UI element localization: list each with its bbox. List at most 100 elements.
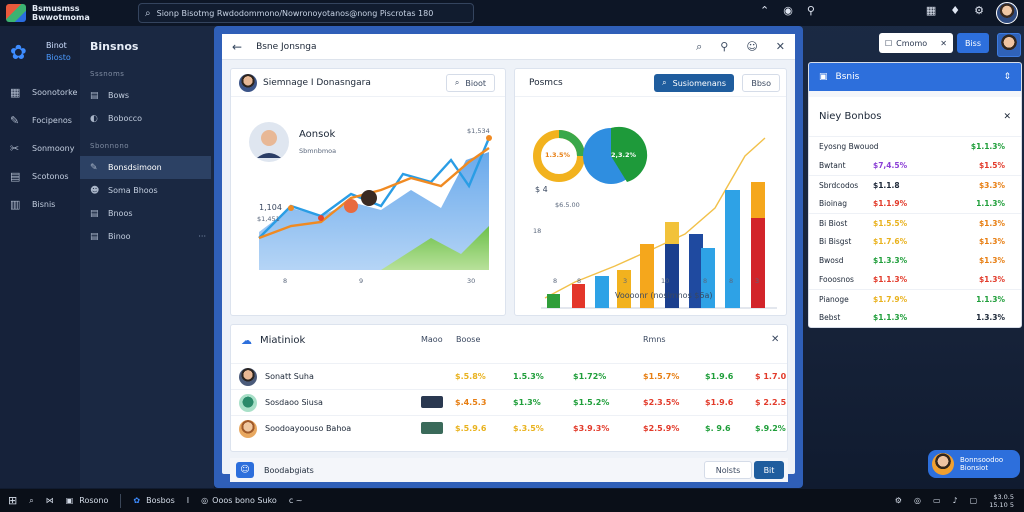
row-value-1: $1.1.3% [873, 313, 908, 322]
close-icon[interactable]: ✕ [1003, 112, 1011, 122]
right-panel: ▣ Bsnis ⇕ Niey Bonbos ✕ Eyosng Bwouod $1.… [808, 62, 1022, 328]
taskbar-app-2[interactable]: ◎ Ooos bono Suko [201, 496, 277, 505]
right-panel-row[interactable]: Bioinag $1.1.9% 1.1.3% [809, 194, 1021, 213]
cell-value: $.9.2% [755, 424, 786, 433]
right-panel-subtitle: Niey Bonbos [819, 111, 882, 122]
pin-icon[interactable]: ⚲ [720, 40, 728, 54]
card-bar-chart: Posmcs ⌕ Susiomenans Bbso 1.3.5% 2,3.2% … [514, 68, 787, 316]
avatar[interactable] [997, 33, 1021, 57]
right-panel-row[interactable]: Eyosng Bwouod $1.1.3% [809, 137, 1021, 156]
search-icon: ⌕ [145, 7, 151, 19]
search-icon[interactable]: ⌕ [696, 40, 702, 54]
sub-item-label: Bobocco [108, 114, 143, 123]
clock[interactable]: $3.0.5 15.10 5 [989, 493, 1014, 509]
footer-primary-button[interactable]: Bit [754, 461, 784, 479]
chat-widget[interactable]: Bonnsoodoo Bionsiot [928, 450, 1020, 478]
volume-icon[interactable]: ♪ [953, 496, 958, 505]
window-title: Bsne Jonsnga [256, 41, 317, 52]
close-icon[interactable]: ✕ [940, 39, 947, 48]
sub-item-4[interactable]: ☻ Soma Bhoos [80, 179, 214, 202]
brand-icon: ✿ [10, 40, 27, 64]
chat-text: Bonnsoodoo Bionsiot [960, 456, 1003, 472]
avatar [239, 73, 257, 92]
card-b-primary-button[interactable]: ⌕ Susiomenans [654, 74, 734, 92]
user-icon[interactable]: ☺ [746, 40, 757, 54]
table-row[interactable]: Sosdaoo Siusa $.4.5.3 $1.3% $1.5.2% $2.3… [231, 389, 787, 415]
y-tick: 18 [533, 227, 542, 235]
row-value-2: $1.3% [978, 218, 1005, 228]
expand-icon[interactable]: ⇕ [1003, 72, 1011, 82]
card-b-secondary-button[interactable]: Bbso [742, 74, 780, 92]
top-right-button-label: Biss [964, 38, 982, 48]
bars-icon: ▤ [90, 90, 99, 101]
top-search-input[interactable]: ⌕ Sionp Bisotmg Rwdodommono/Nowronoyotan… [138, 3, 474, 23]
taskbar-app-1[interactable]: ✿ Bosbos [133, 496, 174, 505]
column-header[interactable]: Maoo [421, 335, 443, 344]
sub-item-active[interactable]: ✎ Bonsdsimoon [80, 156, 211, 179]
column-header[interactable]: Rmns [643, 335, 666, 344]
card-b-title: Posmcs [529, 77, 563, 88]
sidebar-item-3[interactable]: ✂ Sonmoony [0, 134, 80, 162]
window-footer: ☺ Boodabgiats Nolsts Bit [230, 458, 788, 482]
close-icon[interactable]: ✕ [771, 334, 779, 345]
user-avatar[interactable] [996, 2, 1018, 24]
right-panel-row[interactable]: Bi Bisgst $1.7.6% $1.3% [809, 232, 1021, 251]
close-icon[interactable]: ✕ [776, 40, 785, 54]
shield-icon[interactable]: ♦ [950, 4, 960, 17]
more-icon[interactable]: ··· [198, 232, 206, 241]
right-panel-row[interactable]: Sbrdcodos $1.1.8 $3.3% [809, 175, 1021, 194]
sub-item-6[interactable]: ▤ Binoo ··· [80, 225, 214, 248]
bar [751, 218, 765, 308]
taskbar-app-3[interactable]: c ~ [289, 496, 303, 505]
right-panel-row[interactable]: Fooosnos $1.1.3% $1.3% [809, 270, 1021, 289]
task-view-icon[interactable]: ⋈ [46, 496, 54, 505]
right-panel-row[interactable]: Bi Biost $1.5.5% $1.3% [809, 213, 1021, 232]
network-icon[interactable]: ◎ [914, 496, 921, 505]
sidebar-item-label: Bisnis [32, 199, 56, 209]
row-value-2: 1.1.3% [976, 199, 1005, 208]
lock-icon[interactable]: ▢ [970, 496, 978, 505]
taskbar-search[interactable]: ▣ Rosono [66, 496, 109, 505]
sub-item-5[interactable]: ▤ Bnoos [80, 202, 214, 225]
right-panel-row[interactable]: Bwosd $1.3.3% $1.3% [809, 251, 1021, 270]
grid-icon[interactable]: ▦ [926, 4, 936, 17]
card-b-primary-label: Susiomenans [672, 78, 726, 88]
trend-icon[interactable]: ⌃ [760, 4, 769, 17]
start-icon[interactable]: ⊞ [8, 494, 17, 507]
sidebar-item-2[interactable]: ✎ Focipenos [0, 106, 80, 134]
card-a-search-button[interactable]: ⌕ Bioot [445, 74, 495, 92]
cell-value: $.4.5.3 [455, 398, 487, 407]
sidebar-item-5[interactable]: ▥ Bisnis [0, 190, 80, 218]
person-search-icon[interactable]: ⚲ [807, 4, 815, 17]
row-name: Soodoayoouso Bahoa [265, 424, 352, 433]
settings-icon[interactable]: ⚙ [895, 496, 902, 505]
table-row[interactable]: Soodoayoouso Bahoa $.5.9.6 $.3.5% $3.9.3… [231, 415, 787, 441]
right-panel-row[interactable]: Pianoge $1.7.9% 1.1.3% [809, 289, 1021, 308]
card-a-button-label: Bioot [465, 78, 486, 88]
right-panel-row[interactable]: Bebst $1.1.3% 1.3.3% [809, 308, 1021, 327]
right-panel-row[interactable]: Bwtant $7,4.5% $1.5% [809, 156, 1021, 175]
chat-icon[interactable]: ☺ [236, 462, 254, 478]
cell-value: $1.5.7% [643, 372, 680, 381]
column-header[interactable]: Boose [456, 335, 480, 344]
sidebar-item-1[interactable]: ▦ Soonotorke [0, 78, 80, 106]
search-icon[interactable]: ⌕ [29, 496, 33, 506]
back-arrow-icon[interactable]: ← [232, 40, 242, 54]
top-toolbar-right: ▦ ♦ ⚙ [926, 4, 984, 17]
bar [547, 294, 560, 308]
settings-icon[interactable]: ⚙ [974, 4, 984, 17]
footer-secondary-button[interactable]: Nolsts [704, 461, 752, 479]
top-right-button[interactable]: Biss [957, 33, 989, 53]
table-row[interactable]: Sonatt Suha $.5.8% 1.5.3% $1.72% $1.5.7%… [231, 363, 787, 389]
search-text: Sionp Bisotmg Rwdodommono/Nowronoyotanos… [156, 8, 434, 18]
sub-item-2[interactable]: ◐ Bobocco [80, 107, 214, 130]
person-subtitle: Sbmnbmoa [299, 147, 337, 155]
brand-text: Binot Biosto [46, 40, 71, 64]
sidebar-item-4[interactable]: ▤ Scotonos [0, 162, 80, 190]
display-icon[interactable]: ▭ [933, 496, 941, 505]
sub-item-1[interactable]: ▤ Bows [80, 84, 214, 107]
system-tray: ⚙ ◎ ▭ ♪ ▢ $3.0.5 15.10 5 [895, 493, 1014, 509]
bars-icon: ▤ [90, 208, 99, 219]
sync-icon[interactable]: ◉ [783, 4, 793, 17]
top-right-select[interactable]: ☐ Cmomo ✕ [879, 33, 953, 53]
